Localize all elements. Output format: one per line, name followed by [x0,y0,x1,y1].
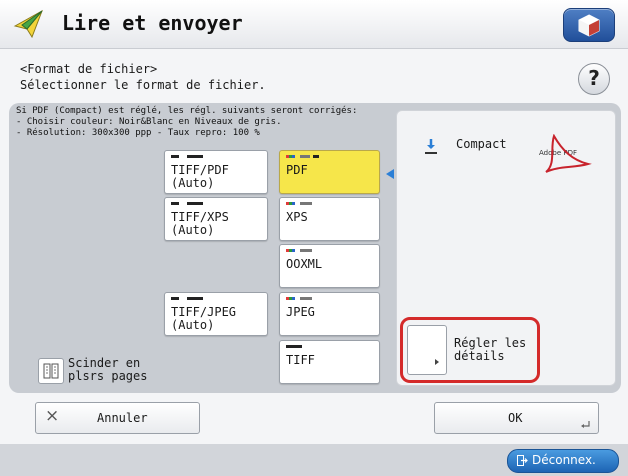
format-tiff-pdf-label: TIFF/PDF (Auto) [171,163,229,190]
split-pages-label: Scinder en plsrs pages [68,356,148,383]
info-message: Si PDF (Compact) est réglé, les régl. su… [16,106,396,139]
color-indicator [286,202,318,206]
compact-option-label: Compact [456,137,507,151]
split-pages-icon [43,363,59,379]
ok-button[interactable]: OK [434,402,599,434]
color-indicator [286,155,319,159]
color-indicator [286,345,318,349]
enter-icon [581,421,590,428]
format-xps-label: XPS [286,210,308,224]
triangle-right-icon [435,359,439,365]
app-title: Lire et envoyer [62,11,243,35]
logout-icon [517,455,528,466]
adjust-details-label: Régler les détails [454,336,527,363]
format-tiff-label: TIFF [286,353,315,367]
format-tiff-jpeg-label: TIFF/JPEG (Auto) [171,305,237,332]
info-line-2: - Choisir couleur: Noir&Blanc en Niveaux… [16,117,282,127]
format-jpeg-label: JPEG [286,305,315,319]
download-arrow-icon [425,139,437,154]
format-ooxml-label: OOXML [286,257,323,271]
info-line-1: Si PDF (Compact) est réglé, les régl. su… [16,106,358,116]
top-right-button[interactable] [563,8,615,42]
format-tiff-xps-label: TIFF/XPS (Auto) [171,210,229,237]
send-arrow-icon [13,9,43,39]
ok-label: OK [508,411,523,425]
format-tiff-xps-button[interactable]: TIFF/XPS (Auto) [164,197,268,241]
selection-pointer-icon [386,169,394,179]
color-indicator [171,297,203,301]
cancel-button[interactable]: × Annuler [35,402,200,434]
format-tiff-jpeg-button[interactable]: TIFF/JPEG (Auto) [164,292,268,336]
screen-instruction: Sélectionner le format de fichier. [20,78,266,92]
cancel-label: Annuler [97,411,148,425]
format-jpeg-button[interactable]: JPEG [279,292,380,336]
adjust-details-key [407,325,447,375]
screen-heading: <Format de fichier> [20,62,158,76]
info-line-3: - Résolution: 300x300 ppp - Taux repro: … [16,128,260,138]
cancel-icon: × [45,406,60,426]
format-pdf-button[interactable]: PDF [279,150,380,194]
format-pdf-label: PDF [286,163,308,177]
logout-button[interactable]: Déconnex. [507,449,619,473]
format-tiff-pdf-button[interactable]: TIFF/PDF (Auto) [164,150,268,194]
color-indicator [171,202,203,206]
format-tiff-button[interactable]: TIFF [279,340,380,384]
color-indicator [171,155,203,159]
color-indicator [286,249,318,253]
gem-icon [578,14,600,37]
logout-label: Déconnex. [532,453,596,467]
format-xps-button[interactable]: XPS [279,197,380,241]
adobe-pdf-logo-icon: Adobe PDF [539,134,592,173]
help-button[interactable]: ? [578,63,610,95]
format-ooxml-button[interactable]: OOXML [279,244,380,288]
split-pages-button[interactable] [38,358,64,384]
color-indicator [286,297,318,301]
